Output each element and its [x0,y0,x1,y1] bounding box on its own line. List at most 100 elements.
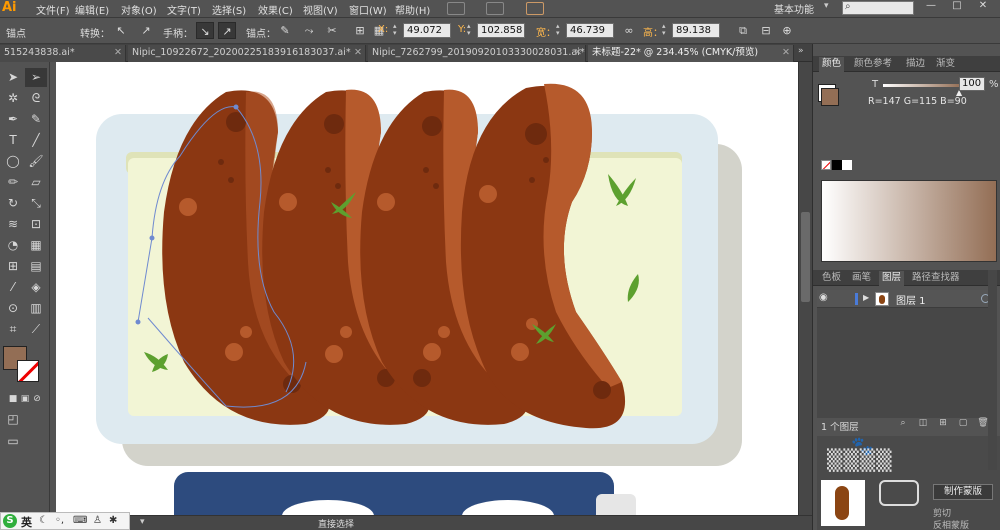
shape-builder-icon[interactable]: ◔ [2,236,24,255]
make-mask-button[interactable]: 制作蒙版 [933,484,993,500]
magic-wand-icon[interactable]: ✲ [2,89,24,108]
screen-mode-icon[interactable]: ▭ [2,432,24,451]
document-tab[interactable]: 515243838.ai* ✕ [0,45,126,62]
type-tool-icon[interactable]: T [2,131,24,150]
convert-corner-icon[interactable]: ↖ [112,22,130,39]
free-transform-icon[interactable]: ⊡ [25,215,47,234]
ime-language[interactable]: 英 [21,514,32,530]
align-icon[interactable]: ⊟ [757,22,775,39]
canvas[interactable] [50,62,798,517]
scrollbar-thumb[interactable] [801,212,810,302]
height-field[interactable]: 89.138 [672,23,720,38]
y-stepper-icon[interactable]: ▴ ▾ [467,23,476,38]
menu-type[interactable]: 文字(T) [167,2,201,17]
connect-endpoints-icon[interactable]: ⤳ [300,22,318,39]
menu-select[interactable]: 选择(S) [212,2,246,17]
transform-icon[interactable]: ⧉ [734,22,752,39]
sogou-logo-icon[interactable]: S [3,514,17,528]
tab-stroke[interactable]: 描边 [903,57,928,72]
bridge-icon[interactable] [447,2,465,15]
eyedropper-icon[interactable]: ⁄ [2,278,24,297]
mask-thumbnail[interactable] [879,480,919,506]
close-tab-icon[interactable]: ✕ [114,45,122,61]
tab-overflow-icon[interactable]: » [798,46,804,56]
new-sublayer-icon[interactable]: ⊞ [937,418,949,430]
settings-icon[interactable]: ✱ [109,515,117,526]
graph-tool-icon[interactable]: ▥ [25,299,47,318]
symbol-sprayer-icon[interactable]: ⊙ [2,299,24,318]
convert-smooth-icon[interactable]: ↗ [137,22,155,39]
pen-tool-icon[interactable]: ✒ [2,110,24,129]
tab-color[interactable]: 颜色 [819,57,845,72]
menu-window[interactable]: 窗口(W) [349,2,387,17]
curvature-tool-icon[interactable]: ✎ [25,110,47,129]
workspace-switcher[interactable]: 基本功能 [774,1,814,16]
tab-color-guide[interactable]: 颜色参考 [851,57,895,72]
line-tool-icon[interactable]: ╱ [25,131,47,150]
close-icon[interactable]: ✕ [972,0,994,14]
width-tool-icon[interactable]: ≋ [2,215,24,234]
white-swatch[interactable] [842,160,852,170]
show-handles-icon[interactable]: ↘ [196,22,214,39]
zoom-dropdown-icon[interactable]: ▾ [140,517,145,527]
close-tab-icon[interactable]: ✕ [574,45,582,61]
document-tab[interactable]: Nipic_7262799_20190920103330028031.ai* ✕ [368,45,586,62]
color-spectrum[interactable] [821,180,997,262]
tab-brushes[interactable]: 画笔 [849,271,874,286]
mesh-tool-icon[interactable]: ⊞ [2,257,24,276]
draw-mode-icon[interactable]: ◰ [2,410,24,429]
x-stepper-icon[interactable]: ▴ ▾ [393,23,402,38]
user-icon[interactable]: ♙ [93,515,102,526]
rotate-tool-icon[interactable]: ↻ [2,194,24,213]
blend-tool-icon[interactable]: ◈ [25,278,47,297]
menu-view[interactable]: 视图(V) [303,2,338,17]
help-search-input[interactable]: ⌕ [842,1,914,15]
artboard-tool-icon[interactable]: ⌗ [2,320,24,339]
moon-icon[interactable]: ☾ [39,515,48,526]
none-swatch[interactable] [821,160,831,170]
expand-triangle-icon[interactable]: ▶ [863,293,869,302]
perspective-grid-icon[interactable]: ▦ [25,236,47,255]
selection-tool-icon[interactable]: ➤ [2,68,24,87]
new-layer-icon[interactable]: ▢ [957,418,969,430]
pathfinder-icon[interactable]: ⊕ [778,22,796,39]
menu-edit[interactable]: 编辑(E) [75,2,109,17]
layer-name[interactable]: 图层 1 [896,292,926,307]
menu-object[interactable]: 对象(O) [121,2,157,17]
tab-swatches[interactable]: 色板 [819,271,844,286]
canvas-vertical-scrollbar[interactable] [798,62,812,517]
width-field[interactable]: 46.739 [566,23,614,38]
slice-tool-icon[interactable]: ⟋ [25,320,47,339]
width-stepper-icon[interactable]: ▴ ▾ [556,23,565,38]
x-field[interactable]: 49.072 [403,23,451,38]
arrange-documents-icon[interactable] [486,2,504,15]
isolate-icon[interactable]: ⊞ [351,22,369,39]
layer-row[interactable]: ◉ ▶ 图层 1 [817,290,997,308]
tint-input[interactable]: 100 [959,77,985,91]
constrain-proportions-icon[interactable]: ∞ [620,22,638,39]
tint-slider[interactable] [883,84,961,87]
cut-path-icon[interactable]: ✂ [323,22,341,39]
remove-anchor-icon[interactable]: ✎ [276,22,294,39]
eraser-icon[interactable]: ▱ [25,173,47,192]
close-tab-icon[interactable]: ✕ [354,45,362,61]
tab-pathfinder[interactable]: 路径查找器 [909,271,963,286]
none-mode-icon[interactable]: ⊘ [26,390,48,409]
gradient-tool-icon[interactable]: ▤ [25,257,47,276]
menu-help[interactable]: 帮助(H) [395,2,430,17]
locate-object-icon[interactable]: ⌕ [897,418,909,430]
stroke-color-swatch[interactable] [17,360,39,382]
status-tool-text[interactable]: 直接选择 [318,517,354,530]
document-tab-active[interactable]: 未标题-22* @ 234.45% (CMYK/预览) ✕ [588,45,794,62]
minimize-icon[interactable]: — [920,0,942,14]
y-field[interactable]: 102.858 [477,23,525,38]
artboard[interactable] [56,62,798,517]
scale-tool-icon[interactable]: ⤡ [25,194,47,213]
clipping-mask-icon[interactable]: ◫ [917,418,929,430]
chevron-down-icon[interactable]: ▾ [824,1,829,11]
document-tab[interactable]: Nipic_10922672_20200225183916183037.ai* ✕ [128,45,366,62]
menu-file[interactable]: 文件(F) [36,2,70,17]
tab-gradient[interactable]: 渐变 [933,57,958,72]
kuler-icon[interactable] [526,2,544,15]
direct-selection-tool-icon[interactable]: ➢ [25,68,47,87]
